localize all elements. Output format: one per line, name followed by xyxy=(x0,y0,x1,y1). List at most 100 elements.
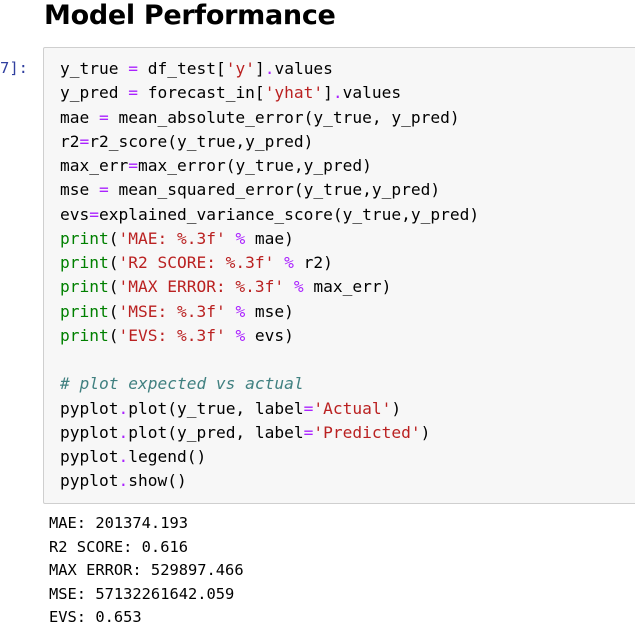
operator-token: . xyxy=(118,447,129,466)
code-line: r2=r2_score(y_true,y_pred) xyxy=(60,130,479,154)
output-line: R2 SCORE: 0.616 xyxy=(49,537,188,556)
code-token: evs) xyxy=(245,325,294,345)
code-token: df_test[ xyxy=(137,59,226,78)
code-line: evs=explained_variance_score(y_true,y_pr… xyxy=(60,203,479,227)
output-line: EVS: 0.653 xyxy=(49,608,142,627)
code-line: mae = mean_absolute_error(y_true, y_pred… xyxy=(60,106,479,130)
code-token: values xyxy=(342,83,402,103)
code-token: r2) xyxy=(293,253,333,272)
code-token: pyplot xyxy=(60,447,119,466)
code-token: pyplot xyxy=(60,398,119,418)
string-token: 'Actual' xyxy=(313,398,392,418)
section-heading: Model Performance xyxy=(44,0,336,31)
operator-token: . xyxy=(118,422,129,442)
code-token: ) xyxy=(420,422,431,442)
code-token: legend() xyxy=(128,447,207,466)
code-token: r2 xyxy=(60,131,80,151)
string-token: 'yhat' xyxy=(264,83,324,103)
code-token: plot(y_pred, label xyxy=(128,422,304,442)
builtin-token: print xyxy=(60,277,109,297)
code-token: pyplot xyxy=(60,422,119,442)
code-line: print('MAE: %.3f' % mae) xyxy=(60,227,479,251)
operator-token: . xyxy=(118,471,129,491)
operator-token: = xyxy=(98,180,109,200)
code-line: pyplot.plot(y_pred, label='Predicted') xyxy=(60,421,479,445)
code-line: mse = mean_squared_error(y_true,y_pred) xyxy=(60,178,479,202)
operator-token: = xyxy=(303,422,314,442)
operator-token: % xyxy=(284,253,294,272)
operator-token: = xyxy=(128,156,138,175)
code-token: forecast_in[ xyxy=(137,83,265,103)
code-token: mae xyxy=(60,107,99,127)
code-line: print('R2 SCORE: %.3f' % r2) xyxy=(60,251,479,275)
code-token: max_error(y_true,y_pred) xyxy=(137,156,372,175)
output-line: MAX ERROR: 529897.466 xyxy=(49,561,244,580)
operator-token: % xyxy=(235,325,246,345)
code-token: mean_absolute_error(y_true, y_pred) xyxy=(108,107,460,127)
string-token: 'EVS: %.3f' xyxy=(118,325,226,345)
code-token: max_err xyxy=(60,156,129,175)
code-line: pyplot.show() xyxy=(60,469,479,493)
builtin-token: print xyxy=(60,301,109,321)
code-token: mean_squared_error(y_true,y_pred) xyxy=(108,180,441,200)
builtin-token: print xyxy=(60,228,109,248)
operator-token: . xyxy=(118,398,129,418)
code-line: max_err=max_error(y_true,y_pred) xyxy=(60,154,479,178)
operator-token: % xyxy=(235,228,246,248)
code-line: # plot expected vs actual xyxy=(60,372,479,396)
operator-token: = xyxy=(79,131,90,151)
string-token: 'R2 SCORE: %.3f' xyxy=(118,253,275,272)
operator-token: = xyxy=(89,204,99,224)
cell-output: MAE: 201374.193 R2 SCORE: 0.616 MAX ERROR:… xyxy=(49,512,244,630)
code-editor[interactable]: y_true = df_test['y'].values y_pred = for… xyxy=(60,57,479,494)
code-token: mse) xyxy=(245,301,294,321)
code-token: r2_score(y_true,y_pred) xyxy=(89,131,314,151)
operator-token: = xyxy=(303,398,314,418)
code-token: y_pred xyxy=(60,83,129,103)
code-token: mse xyxy=(60,180,99,200)
operator-token: % xyxy=(235,301,246,321)
code-token: max_err) xyxy=(303,277,392,297)
code-token: evs xyxy=(60,204,90,224)
code-token: show() xyxy=(128,471,187,491)
string-token: 'Predicted' xyxy=(313,422,421,442)
code-token: y_true xyxy=(60,59,129,78)
output-line: MAE: 201374.193 xyxy=(49,514,188,532)
code-token: values xyxy=(274,59,333,78)
builtin-token: print xyxy=(60,325,109,345)
code-token: explained_variance_score(y_true,y_pred) xyxy=(99,204,480,224)
comment-token: # plot expected vs actual xyxy=(60,374,304,394)
code-line: pyplot.legend() xyxy=(60,445,479,469)
code-token: pyplot xyxy=(60,471,119,491)
string-token: 'MAX ERROR: %.3f' xyxy=(118,277,285,297)
code-line: print('EVS: %.3f' % evs) xyxy=(60,324,479,348)
output-line: MSE: 57132261642.059 xyxy=(49,584,235,603)
operator-token: = xyxy=(128,59,138,78)
operator-token: . xyxy=(264,59,275,78)
operator-token: % xyxy=(293,277,304,297)
operator-token: . xyxy=(332,83,343,103)
code-token: ] xyxy=(323,83,333,103)
code-line: y_pred = forecast_in['yhat'].values xyxy=(60,81,479,105)
string-token: 'MAE: %.3f' xyxy=(118,228,226,248)
code-token: ) xyxy=(391,398,402,418)
code-token: plot(y_true, label xyxy=(128,398,304,418)
code-line: print('MAX ERROR: %.3f' % max_err) xyxy=(60,275,479,299)
operator-token: = xyxy=(128,83,138,103)
input-prompt: 7]: xyxy=(0,59,28,77)
code-token: ] xyxy=(254,59,265,78)
builtin-token: print xyxy=(60,253,109,272)
operator-token: = xyxy=(98,107,109,127)
code-line: y_true = df_test['y'].values xyxy=(60,57,479,81)
string-token: 'y' xyxy=(225,59,255,78)
code-line: pyplot.plot(y_true, label='Actual') xyxy=(60,397,479,421)
code-token: mae) xyxy=(245,228,294,248)
code-cell[interactable]: y_true = df_test['y'].values y_pred = for… xyxy=(43,47,635,504)
string-token: 'MSE: %.3f' xyxy=(118,301,226,321)
